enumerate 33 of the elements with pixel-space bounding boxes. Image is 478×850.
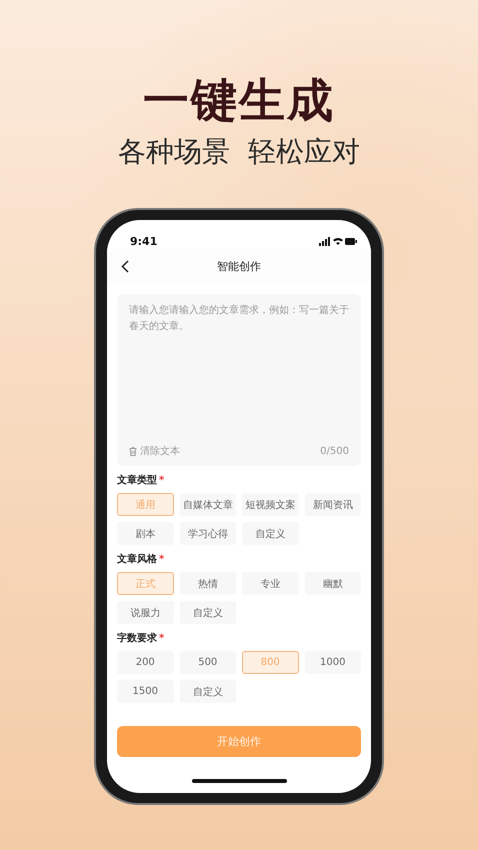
option-chip[interactable]: 热情 <box>180 572 236 595</box>
status-icons <box>319 237 357 246</box>
clear-text-button[interactable]: 清除文本 <box>129 444 180 458</box>
section-label: 文章风格 <box>117 554 157 565</box>
option-chip[interactable]: 专业 <box>242 572 298 595</box>
status-time: 9:41 <box>130 235 158 248</box>
option-chip[interactable]: 幽默 <box>304 572 361 595</box>
section-label: 字数要求 <box>117 633 157 644</box>
option-chip[interactable]: 学习心得 <box>180 522 236 545</box>
option-chip[interactable]: 自媒体文章 <box>180 493 236 516</box>
option-chip[interactable]: 1500 <box>117 680 174 703</box>
option-chip[interactable]: 自定义 <box>180 680 236 703</box>
option-chip[interactable]: 自定义 <box>180 601 236 624</box>
option-chip[interactable]: 短视频文案 <box>242 493 298 516</box>
option-chip[interactable]: 新闻资讯 <box>304 493 361 516</box>
placeholder-text: 请输入您请输入您的文章需求，例如：写一篇关于春天的文章。 <box>129 304 349 334</box>
option-chip[interactable]: 说服力 <box>117 601 174 624</box>
option-chip[interactable]: 1000 <box>304 651 361 674</box>
option-chip[interactable]: 500 <box>180 651 236 674</box>
subtitle: 各种场景 轻松应对 <box>118 134 360 170</box>
option-chip[interactable]: 自定义 <box>242 522 298 545</box>
required-marker: * <box>159 554 164 565</box>
trash-icon <box>129 446 137 456</box>
headline: 一键生成 <box>143 72 335 128</box>
required-marker: * <box>159 633 164 644</box>
option-chip[interactable]: 200 <box>117 651 174 674</box>
page-title: 智能创作 <box>217 258 261 274</box>
required-marker: * <box>159 475 164 486</box>
back-icon[interactable] <box>121 260 129 273</box>
option-chip[interactable]: 剧本 <box>117 522 174 545</box>
section-label: 文章类型 <box>117 475 157 486</box>
input-field[interactable]: 请输入您请输入您的文章需求，例如：写一篇关于春天的文章。 清除文本 0/500 <box>117 294 361 466</box>
character-counter: 0/500 <box>320 446 349 456</box>
